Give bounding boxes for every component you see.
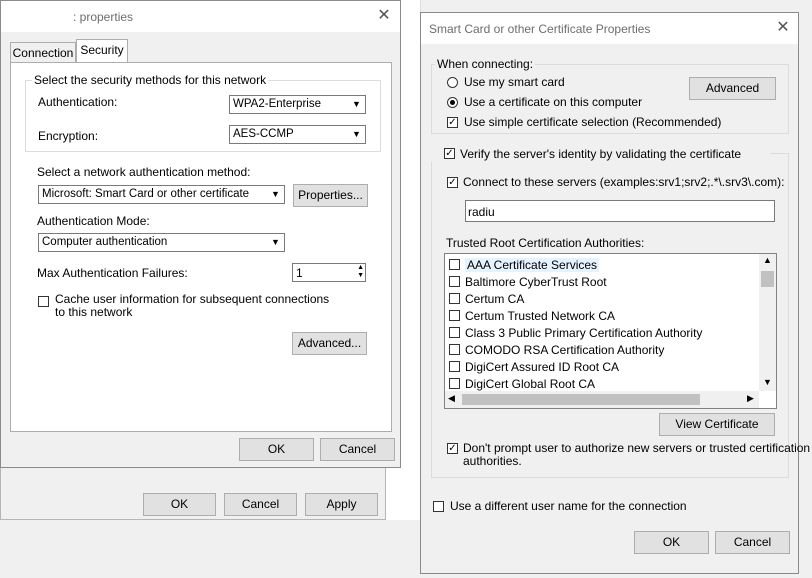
cache-user-checkbox[interactable] <box>38 296 49 307</box>
dont-prompt-label-2: authorities. <box>463 454 522 468</box>
encryption-label: Encryption: <box>38 129 99 143</box>
trusted-ca-label: Trusted Root Certification Authorities: <box>446 236 645 250</box>
smart-card-radio[interactable] <box>447 77 458 88</box>
dont-prompt-label-1: Don't prompt user to authorize new serve… <box>463 441 811 455</box>
horizontal-scrollbar[interactable]: ◀ ▶ <box>445 391 759 408</box>
connect-servers-label: Connect to these servers (examples:srv1;… <box>463 175 785 189</box>
scroll-up-icon[interactable]: ▲ <box>763 255 772 265</box>
servers-input[interactable]: radiu <box>465 200 775 222</box>
smart-card-dialog: Smart Card or other Certificate Properti… <box>420 12 810 574</box>
scroll-down-icon[interactable]: ▼ <box>763 377 772 387</box>
certificate-radio[interactable] <box>447 97 458 108</box>
dialog-title: Smart Card or other Certificate Properti… <box>429 22 651 36</box>
bg-apply-button[interactable]: Apply <box>305 493 378 516</box>
view-certificate-button[interactable]: View Certificate <box>659 413 775 436</box>
advanced-button[interactable]: Advanced <box>689 77 776 100</box>
encryption-select[interactable]: AES-CCMP ▼ <box>229 125 366 144</box>
auth-mode-label: Authentication Mode: <box>37 214 150 228</box>
scroll-thumb[interactable] <box>462 394 700 405</box>
security-methods-group: Select the security methods for this net… <box>25 73 381 152</box>
authentication-select[interactable]: WPA2-Enterprise ▼ <box>229 95 366 114</box>
tab-panel: Select the security methods for this net… <box>10 62 392 432</box>
ca-checkbox[interactable] <box>449 344 460 355</box>
security-group-label: Select the security methods for this net… <box>32 73 269 87</box>
certificate-label: Use a certificate on this computer <box>464 95 643 109</box>
chevron-down-icon: ▼ <box>352 129 361 139</box>
ca-checkbox[interactable] <box>449 361 460 372</box>
dont-prompt-checkbox[interactable]: ✓ <box>447 443 458 454</box>
auth-method-select[interactable]: Microsoft: Smart Card or other certifica… <box>38 185 285 204</box>
different-user-label: Use a different user name for the connec… <box>450 499 687 513</box>
when-connecting-label: When connecting: <box>435 57 536 71</box>
simple-selection-label: Use simple certificate selection (Recomm… <box>464 115 722 129</box>
max-failures-stepper[interactable]: 1 ▲ ▼ <box>292 263 366 282</box>
chevron-down-icon: ▼ <box>352 99 361 109</box>
cache-user-label-2: to this network <box>55 305 133 319</box>
ca-checkbox[interactable] <box>449 276 460 287</box>
tab-connection[interactable]: Connection <box>10 42 76 63</box>
close-icon[interactable]: ✕ <box>375 7 393 25</box>
trusted-ca-list[interactable]: AAA Certificate Services Baltimore Cyber… <box>444 253 777 409</box>
ca-checkbox[interactable] <box>449 378 460 389</box>
title-bar: Smart Card or other Certificate Properti… <box>421 13 798 44</box>
connect-servers-checkbox[interactable]: ✓ <box>447 177 458 188</box>
properties-button[interactable]: Properties... <box>293 184 368 207</box>
bg-cancel-button[interactable]: Cancel <box>224 493 297 516</box>
scroll-left-icon[interactable]: ◀ <box>448 393 455 404</box>
ok-button[interactable]: OK <box>239 438 314 461</box>
chevron-down-icon: ▼ <box>271 189 280 199</box>
bg-ok-button[interactable]: OK <box>143 493 216 516</box>
vertical-scrollbar[interactable]: ▲ ▼ <box>759 254 776 391</box>
verify-identity-group: ✓ Verify the server's identity by valida… <box>430 145 810 478</box>
smart-card-label: Use my smart card <box>464 75 565 89</box>
title-bar: : properties ✕ <box>1 1 400 32</box>
different-user-checkbox[interactable] <box>433 501 444 512</box>
ok-button[interactable]: OK <box>634 531 709 554</box>
cache-user-label-1: Cache user information for subsequent co… <box>55 292 330 306</box>
scroll-right-icon[interactable]: ▶ <box>747 393 754 404</box>
network-properties-dialog: : properties ✕ Connection Security Selec… <box>0 0 401 468</box>
ca-checkbox[interactable] <box>449 310 460 321</box>
spin-down-icon[interactable]: ▼ <box>357 272 364 280</box>
chevron-down-icon: ▼ <box>271 237 280 247</box>
ca-checkbox[interactable] <box>449 259 460 270</box>
tab-security[interactable]: Security <box>76 39 128 63</box>
verify-identity-checkbox[interactable]: ✓ <box>444 148 455 159</box>
dialog-title: : properties <box>73 10 134 24</box>
verify-identity-label: Verify the server's identity by validati… <box>460 147 742 161</box>
method-label: Select a network authentication method: <box>37 165 251 179</box>
simple-selection-checkbox[interactable]: ✓ <box>447 117 458 128</box>
ca-checkbox[interactable] <box>449 327 460 338</box>
close-icon[interactable]: ✕ <box>774 19 792 37</box>
advanced-button[interactable]: Advanced... <box>292 332 367 355</box>
authentication-label: Authentication: <box>38 95 118 109</box>
ca-checkbox[interactable] <box>449 293 460 304</box>
auth-mode-select[interactable]: Computer authentication ▼ <box>38 233 285 252</box>
scroll-thumb[interactable] <box>761 271 774 287</box>
cancel-button[interactable]: Cancel <box>715 531 790 554</box>
max-failures-label: Max Authentication Failures: <box>37 266 188 280</box>
spin-up-icon[interactable]: ▲ <box>357 264 364 272</box>
when-connecting-group: When connecting: Use my smart card Use a… <box>431 57 789 134</box>
cancel-button[interactable]: Cancel <box>320 438 395 461</box>
